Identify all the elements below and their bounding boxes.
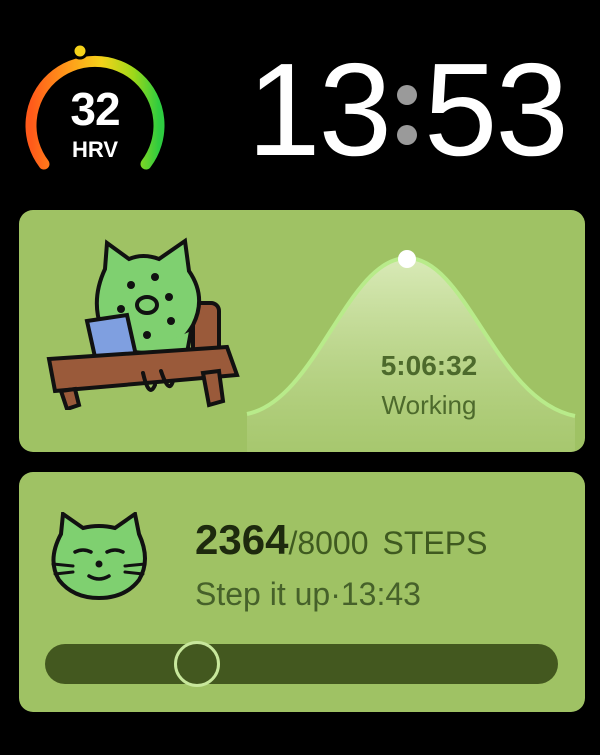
clock-colon — [390, 55, 424, 165]
work-timer: 5:06:32 — [380, 350, 478, 381]
steps-unit: STEPS — [382, 525, 488, 561]
work-status: Working — [381, 390, 477, 420]
steps-progress-knob — [173, 641, 220, 687]
clock-minutes: 53 — [424, 36, 569, 183]
gauge-marker — [71, 42, 89, 60]
clock-hours: 13 — [247, 36, 392, 183]
cat-at-laptop-icon — [46, 237, 240, 410]
hrv-value: 32 — [70, 83, 120, 135]
steps-progress-bar — [45, 641, 558, 687]
cat-face-icon — [51, 512, 147, 601]
status-bar: 32 HRV 13 53 — [0, 0, 600, 200]
steps-count: 2364 — [195, 516, 289, 563]
steps-goal: /8000 — [288, 525, 369, 561]
day-progress-marker — [398, 250, 416, 268]
steps-summary: 2364/8000 STEPS — [195, 516, 487, 564]
steps-note: Step it up·13:43 — [195, 576, 421, 612]
work-timer-card[interactable]: 5:06:32 Working — [19, 210, 585, 452]
hrv-label: HRV — [71, 137, 119, 162]
steps-card[interactable]: 2364/8000 STEPS Step it up·13:43 — [19, 472, 585, 712]
hrv-complication[interactable]: 32 HRV — [20, 40, 170, 180]
clock: 13 53 — [232, 40, 582, 180]
